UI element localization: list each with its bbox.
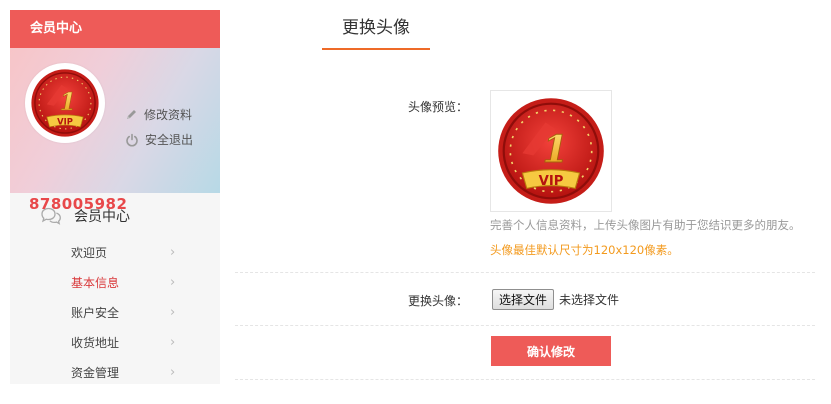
divider <box>235 325 815 326</box>
sidebar-item-shipping-address[interactable]: 收货地址 › <box>10 328 220 358</box>
avatar-preview: 1 VIP <box>490 90 612 212</box>
change-avatar-label: 更换头像： <box>407 294 468 308</box>
power-icon <box>126 133 138 147</box>
svg-text:1: 1 <box>542 127 568 171</box>
sidebar-item-label: 基本信息 <box>71 276 120 290</box>
edit-profile-label: 修改资料 <box>144 108 193 122</box>
username: 878005982 <box>29 195 128 213</box>
vip-badge-icon: 1 VIP <box>31 69 99 137</box>
vip-badge-icon: 1 VIP <box>498 98 604 204</box>
tab-change-avatar[interactable]: 更换头像 <box>322 10 430 50</box>
sidebar-item-welcome[interactable]: 欢迎页 › <box>10 238 220 268</box>
sidebar-item-funds[interactable]: 资金管理 › <box>10 358 220 384</box>
sidebar-item-label: 账户安全 <box>71 306 120 320</box>
chevron-right-icon: › <box>170 245 176 260</box>
size-hint-text: 头像最佳默认尺寸为120x120像素。 <box>490 243 679 257</box>
profile-panel: 1 VIP 修改资料 安全退出 878005982 <box>10 48 220 213</box>
svg-text:1: 1 <box>60 88 77 116</box>
profile-hint-text: 完善个人信息资料，上传头像图片有助于您结识更多的朋友。 <box>490 218 801 232</box>
sidebar: 会员中心 1 VIP 修改资料 安全退出 878005982 会员中心 欢迎页 … <box>10 10 220 384</box>
file-status-text: 未选择文件 <box>559 293 620 307</box>
avatar[interactable]: 1 VIP <box>25 63 105 143</box>
sidebar-item-account-security[interactable]: 账户安全 › <box>10 298 220 328</box>
logout-label: 安全退出 <box>145 133 194 147</box>
chevron-right-icon: › <box>170 275 176 290</box>
sidebar-item-label: 欢迎页 <box>71 246 108 260</box>
logout-link[interactable]: 安全退出 <box>125 131 193 148</box>
svg-text:VIP: VIP <box>539 174 564 189</box>
sidebar-item-label: 收货地址 <box>71 336 120 350</box>
confirm-button[interactable]: 确认修改 <box>491 336 611 366</box>
sidebar-item-label: 资金管理 <box>71 366 120 380</box>
choose-file-button[interactable]: 选择文件 <box>492 289 555 310</box>
divider <box>235 379 815 380</box>
chevron-right-icon: › <box>170 335 176 350</box>
chevron-right-icon: › <box>170 365 176 380</box>
divider <box>235 272 815 273</box>
file-input: 选择文件 未选择文件 <box>492 289 619 310</box>
pencil-icon <box>127 110 136 119</box>
edit-profile-link[interactable]: 修改资料 <box>125 106 192 123</box>
svg-text:VIP: VIP <box>57 117 73 127</box>
sidebar-header: 会员中心 <box>10 10 220 48</box>
chevron-right-icon: › <box>170 305 176 320</box>
sidebar-item-basic-info[interactable]: 基本信息 › <box>10 268 220 298</box>
nav-list: 欢迎页 › 基本信息 › 账户安全 › 收货地址 › 资金管理 › <box>10 238 220 384</box>
avatar-preview-label: 头像预览： <box>407 100 468 114</box>
